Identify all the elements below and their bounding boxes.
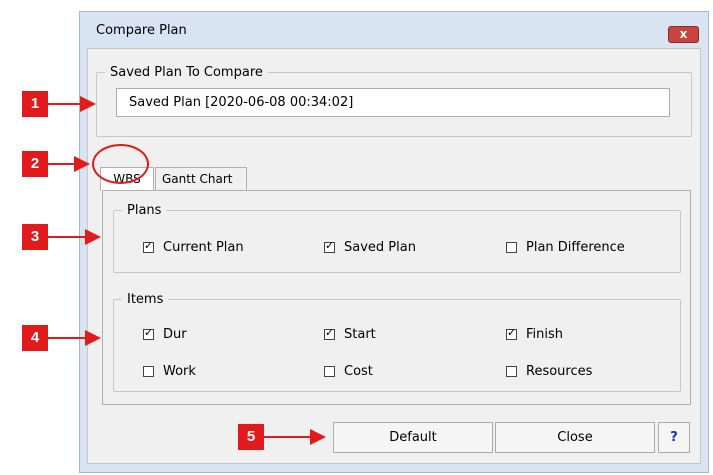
callout-arrows: [48, 96, 326, 445]
